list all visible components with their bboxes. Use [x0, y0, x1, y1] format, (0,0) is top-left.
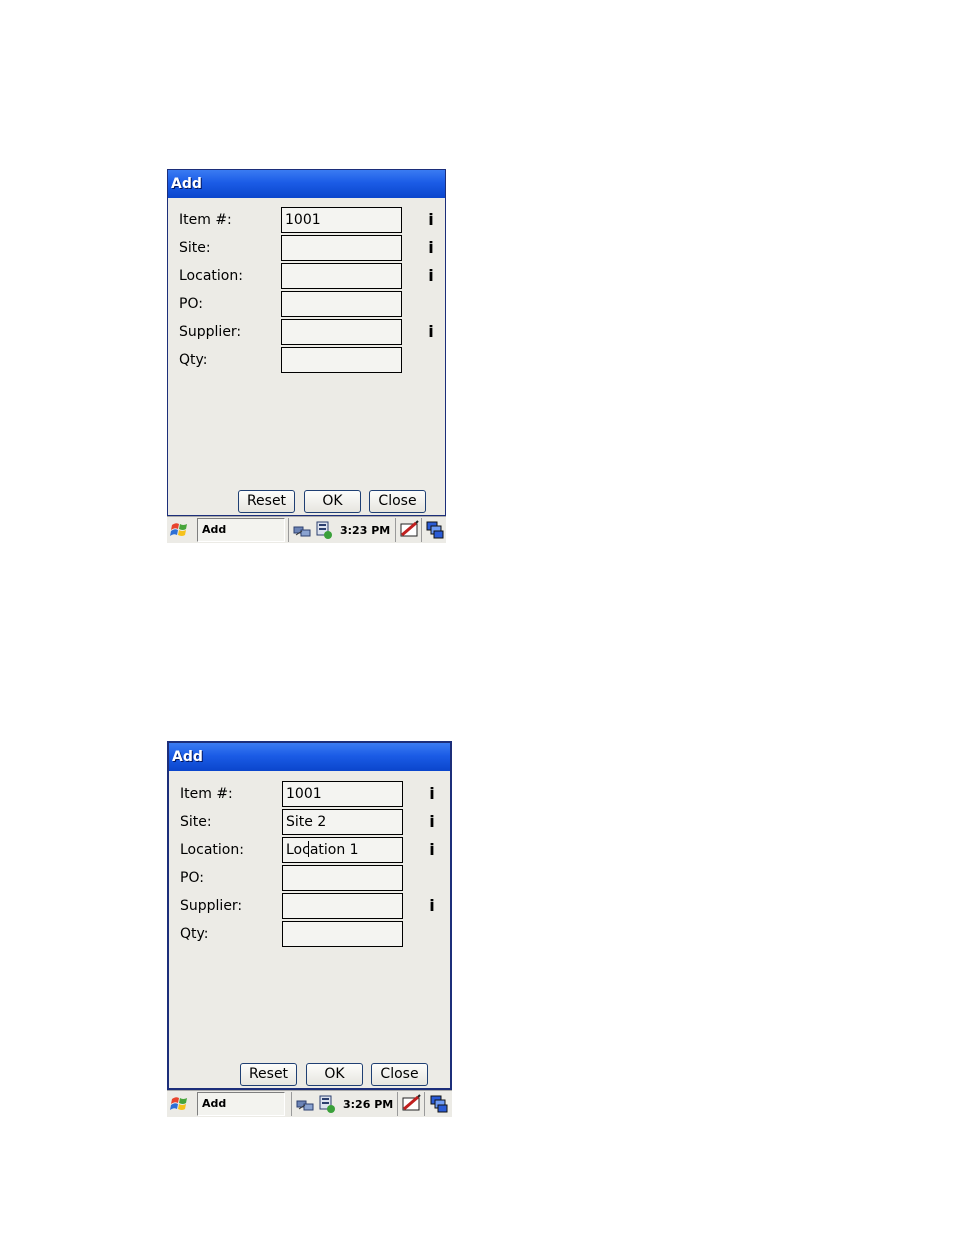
dialog-window: Add Item #: 1001 i Site: i Location: i P… [167, 169, 446, 516]
clock[interactable]: 3:23 PM [340, 519, 390, 543]
location-label: Location: [179, 268, 243, 284]
po-label: PO: [180, 870, 204, 886]
taskbar: Add 3:26 PM [167, 1090, 452, 1117]
close-button[interactable]: Close [371, 1063, 428, 1086]
desktop-cell [424, 1092, 452, 1116]
input-panel-icon[interactable] [399, 520, 419, 540]
network-icon[interactable] [293, 521, 311, 539]
po-label: PO: [179, 296, 203, 312]
network-icon[interactable] [296, 1095, 314, 1113]
windows-start-icon[interactable] [169, 1093, 191, 1115]
site-info-button[interactable]: i [425, 235, 437, 261]
item-field[interactable]: 1001 [282, 781, 403, 807]
supplier-field[interactable] [281, 319, 402, 345]
desktop-icon[interactable] [429, 1094, 449, 1114]
desktop-cell [421, 518, 446, 542]
title-bar: Add [168, 170, 445, 198]
item-label: Item #: [180, 786, 233, 802]
battery-icon[interactable] [318, 1094, 336, 1114]
location-field[interactable]: Location 1 [282, 837, 403, 863]
qty-field[interactable] [282, 921, 403, 947]
supplier-field[interactable] [282, 893, 403, 919]
site-label: Site: [180, 814, 212, 830]
battery-icon[interactable] [315, 520, 333, 540]
screen-2: Add Item #: 1001 i Site: Site 2 i Locati… [167, 741, 452, 1117]
input-panel-cell [397, 1092, 424, 1116]
ok-button[interactable]: OK [304, 490, 361, 513]
tray-area: 3:26 PM [291, 1092, 397, 1116]
reset-button[interactable]: Reset [238, 490, 295, 513]
item-label: Item #: [179, 212, 232, 228]
screen-1: Add Item #: 1001 i Site: i Location: i P… [167, 169, 446, 543]
text-cursor [308, 841, 309, 857]
title-bar: Add [169, 743, 450, 771]
po-field[interactable] [282, 865, 403, 891]
taskbar-add-button[interactable]: Add [197, 518, 285, 542]
site-label: Site: [179, 240, 211, 256]
windows-start-icon[interactable] [169, 519, 191, 541]
desktop-icon[interactable] [425, 520, 445, 540]
site-field[interactable] [281, 235, 402, 261]
supplier-info-button[interactable]: i [426, 893, 438, 919]
tray-area: 3:23 PM [288, 518, 395, 542]
supplier-info-button[interactable]: i [425, 319, 437, 345]
clock[interactable]: 3:26 PM [343, 1093, 393, 1117]
taskbar-add-button[interactable]: Add [197, 1092, 285, 1116]
qty-label: Qty: [180, 926, 209, 942]
location-info-button[interactable]: i [426, 837, 438, 863]
site-info-button[interactable]: i [426, 809, 438, 835]
supplier-label: Supplier: [180, 898, 243, 914]
dialog-window: Add Item #: 1001 i Site: Site 2 i Locati… [167, 741, 452, 1090]
item-field[interactable]: 1001 [281, 207, 402, 233]
site-field[interactable]: Site 2 [282, 809, 403, 835]
location-info-button[interactable]: i [425, 263, 437, 289]
location-label: Location: [180, 842, 244, 858]
item-info-button[interactable]: i [426, 781, 438, 807]
reset-button[interactable]: Reset [240, 1063, 297, 1086]
input-panel-cell [395, 518, 421, 542]
taskbar: Add 3:23 PM [167, 516, 446, 543]
supplier-label: Supplier: [179, 324, 242, 340]
ok-button[interactable]: OK [306, 1063, 363, 1086]
input-panel-icon[interactable] [401, 1094, 421, 1114]
po-field[interactable] [281, 291, 402, 317]
close-button[interactable]: Close [369, 490, 426, 513]
qty-label: Qty: [179, 352, 208, 368]
location-field[interactable] [281, 263, 402, 289]
qty-field[interactable] [281, 347, 402, 373]
item-info-button[interactable]: i [425, 207, 437, 233]
